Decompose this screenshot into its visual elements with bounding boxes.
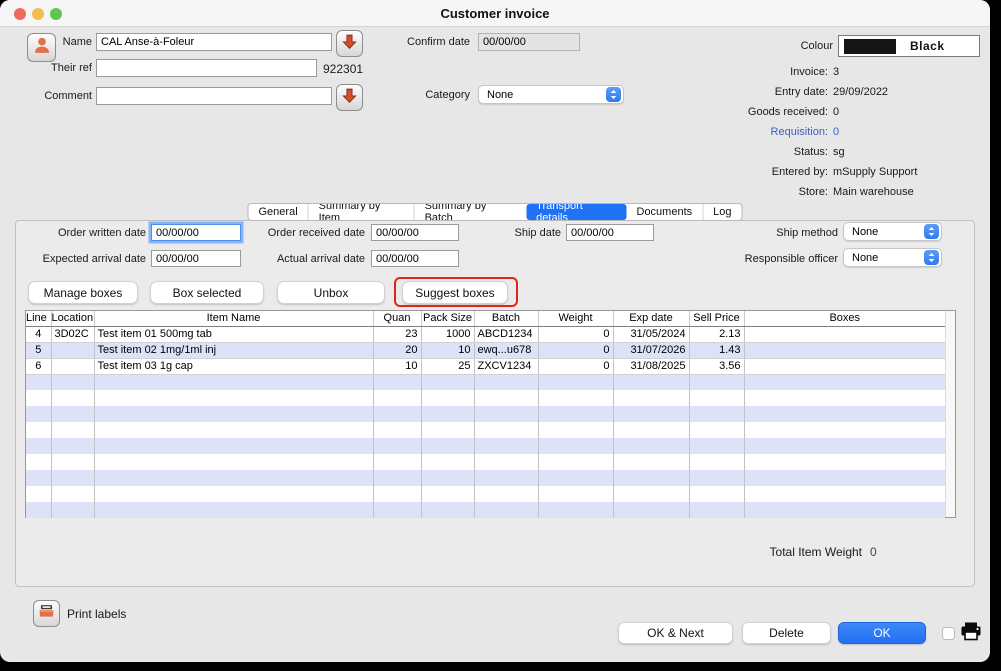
box-selected-button[interactable]: Box selected	[150, 281, 264, 304]
empty-row	[26, 470, 945, 486]
expected-arrival-date-label: Expected arrival date	[42, 253, 146, 265]
delete-button[interactable]: Delete	[742, 622, 831, 644]
comment-label: Comment	[44, 90, 92, 102]
info-status: Status: sg	[793, 146, 845, 158]
popup-stepper-icon	[924, 224, 939, 239]
tab-summary-by-batch[interactable]: Summary by Batch	[413, 204, 527, 220]
tab-documents[interactable]: Documents	[627, 204, 703, 220]
empty-row	[26, 406, 945, 422]
print-labels-button[interactable]	[33, 600, 60, 627]
manage-boxes-button[interactable]: Manage boxes	[28, 281, 138, 304]
tab-transport-details[interactable]: Transport details	[526, 204, 627, 220]
info-entered-by: Entered by: mSupply Support	[771, 166, 918, 178]
confirm-date-field	[478, 33, 580, 51]
order-written-date-label: Order written date	[57, 227, 146, 239]
table-row[interactable]: 4 3D02C Test item 01 500mg tab 23 1000 A…	[26, 326, 945, 343]
customer-invoice-window: Customer invoice Name Their ref 922301 C…	[0, 0, 990, 662]
order-received-date-label: Order received date	[267, 227, 365, 239]
category-select[interactable]: None	[478, 85, 624, 104]
col-boxes[interactable]: Boxes	[744, 311, 945, 327]
popup-stepper-icon	[606, 87, 621, 102]
name-input[interactable]	[96, 33, 332, 51]
responsible-officer-select[interactable]: None	[843, 248, 942, 267]
invoice-info-list: Invoice: 3 Entry date: 29/09/2022 Goods re…	[620, 62, 950, 202]
tab-summary-by-item[interactable]: Summary by Item	[307, 204, 414, 220]
total-item-weight-value: 0	[870, 545, 877, 559]
col-location[interactable]: Location	[51, 311, 95, 327]
category-value: None	[487, 88, 514, 101]
colour-name: Black	[910, 39, 945, 53]
ok-button[interactable]: OK	[838, 622, 926, 644]
colour-swatch	[844, 38, 896, 54]
tab-log[interactable]: Log	[702, 204, 741, 220]
info-store: Store: Main warehouse	[798, 186, 914, 198]
responsible-officer-label: Responsible officer	[744, 253, 838, 265]
invoice-ref-number: 922301	[323, 62, 364, 76]
unbox-button[interactable]: Unbox	[277, 281, 385, 304]
name-label: Name	[62, 36, 92, 48]
their-ref-label: Their ref	[51, 62, 92, 74]
table-row[interactable]: 5 Test item 02 1mg/1ml inj 20 10 ewq...u…	[26, 342, 945, 359]
col-batch[interactable]: Batch	[474, 311, 539, 327]
actual-arrival-date-label: Actual arrival date	[276, 253, 365, 265]
col-weight[interactable]: Weight	[538, 311, 614, 327]
col-quan[interactable]: Quan	[373, 311, 422, 327]
ship-method-value: None	[852, 225, 879, 238]
table-header-row: Line Location Item Name Quan Pack Size B…	[26, 311, 945, 327]
comment-input[interactable]	[96, 87, 332, 105]
ship-method-label: Ship method	[776, 227, 838, 239]
print-icon[interactable]	[959, 620, 983, 649]
tab-general[interactable]: General	[249, 204, 308, 220]
order-received-date-input[interactable]	[371, 224, 459, 241]
empty-row	[26, 438, 945, 454]
empty-row	[26, 422, 945, 438]
col-item-name[interactable]: Item Name	[94, 311, 374, 327]
empty-row	[26, 486, 945, 502]
suggest-boxes-button[interactable]: Suggest boxes	[402, 281, 508, 304]
info-entry-date: Entry date: 29/09/2022	[774, 86, 889, 98]
title-bar: Customer invoice	[0, 0, 990, 27]
colour-label: Colour	[800, 40, 833, 52]
table-scrollbar[interactable]	[945, 311, 955, 517]
ship-method-select[interactable]: None	[843, 222, 942, 241]
print-checkbox[interactable]	[942, 627, 955, 640]
invoice-lines-table: Line Location Item Name Quan Pack Size B…	[25, 310, 956, 518]
their-ref-input[interactable]	[96, 59, 317, 77]
empty-row	[26, 390, 945, 406]
empty-row	[26, 374, 945, 390]
col-pack-size[interactable]: Pack Size	[421, 311, 475, 327]
info-goods-received: Goods received: 0	[747, 106, 840, 118]
category-label: Category	[425, 89, 470, 101]
table-row[interactable]: 6 Test item 03 1g cap 10 25 ZXCV1234 0 3…	[26, 358, 945, 375]
ok-next-button[interactable]: OK & Next	[618, 622, 733, 644]
empty-row	[26, 454, 945, 470]
responsible-officer-value: None	[852, 251, 879, 264]
info-requisition-link[interactable]: Requisition: 0	[620, 122, 950, 142]
actual-arrival-date-input[interactable]	[371, 250, 459, 267]
col-exp-date[interactable]: Exp date	[613, 311, 690, 327]
ship-date-label: Ship date	[514, 227, 561, 239]
col-line[interactable]: Line	[26, 311, 52, 327]
popup-stepper-icon	[924, 250, 939, 265]
print-labels-label: Print labels	[67, 607, 127, 621]
confirm-date-label: Confirm date	[407, 36, 470, 48]
col-sell-price[interactable]: Sell Price	[689, 311, 745, 327]
total-item-weight-label: Total Item Weight	[769, 545, 862, 559]
colour-picker[interactable]: Black	[838, 35, 980, 57]
ship-date-input[interactable]	[566, 224, 654, 241]
window-title: Customer invoice	[440, 6, 550, 21]
empty-row	[26, 502, 945, 518]
invoice-tabbar: General Summary by Item Summary by Batch…	[247, 203, 743, 221]
info-invoice: Invoice: 3	[790, 66, 840, 78]
printer-icon	[37, 602, 56, 626]
